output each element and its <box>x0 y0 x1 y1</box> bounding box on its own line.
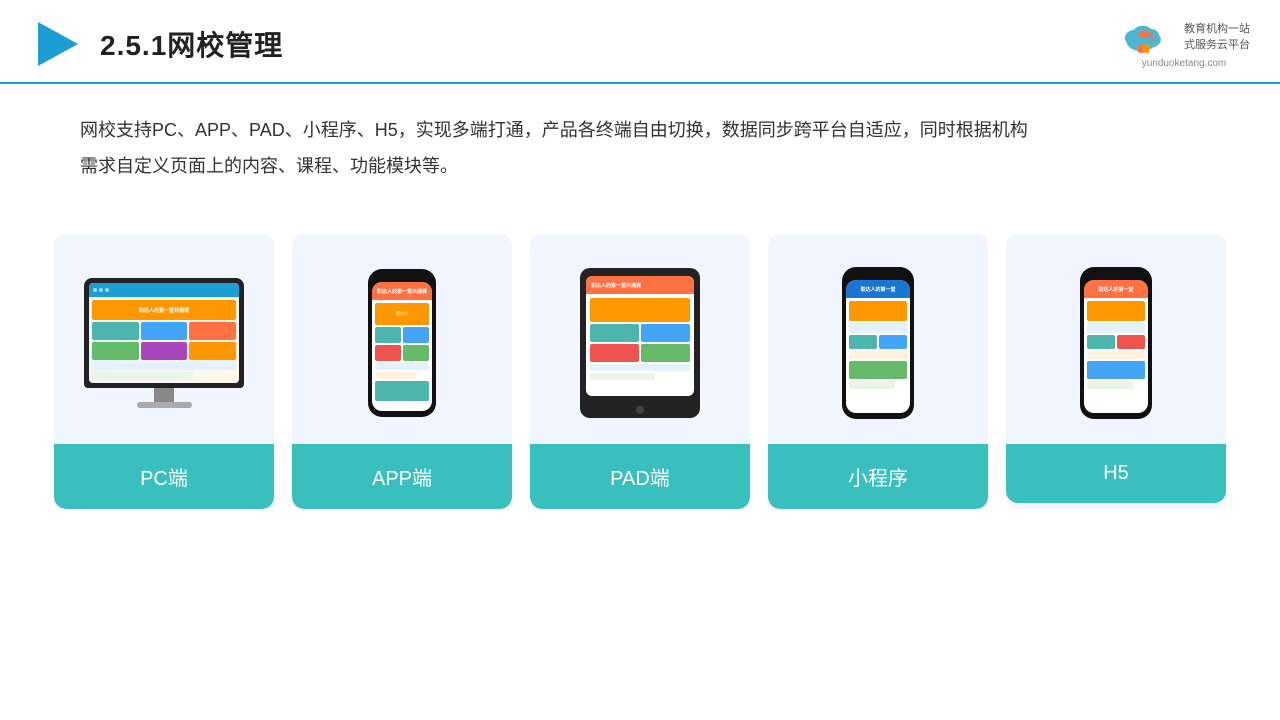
card-miniapp-image: 职达人的第一堂 <box>768 234 988 444</box>
card-pad-label: PAD端 <box>530 444 750 509</box>
page-header: 2.5.1网校管理 教育机构一站 式服务云平台 yunduoketa <box>0 0 1280 84</box>
card-pc: 职达人的第一堂共通课 <box>54 234 274 509</box>
card-pc-label: PC端 <box>54 444 274 509</box>
phone-icon: 职达人的第一堂共通课 职达人 <box>368 269 436 417</box>
card-h5: 职达人的第一堂 H5 <box>1006 234 1226 509</box>
h5-phone-icon: 职达人的第一堂 <box>1080 267 1152 419</box>
logo-tagline: 教育机构一站 式服务云平台 <box>1184 22 1250 53</box>
card-h5-label: H5 <box>1006 444 1226 503</box>
header-left: 2.5.1网校管理 <box>30 18 283 70</box>
miniapp-phone-icon: 职达人的第一堂 <box>842 267 914 419</box>
description-block: 网校支持PC、APP、PAD、小程序、H5，实现多端打通，产品各终端自由切换，数… <box>0 84 1280 194</box>
yunduoketang-logo-icon <box>1118 20 1176 56</box>
brand-play-icon <box>30 18 82 70</box>
card-pc-image: 职达人的第一堂共通课 <box>54 234 274 444</box>
card-pad-image: 职达人的第一堂共通课 <box>530 234 750 444</box>
page-title: 2.5.1网校管理 <box>100 24 283 64</box>
card-miniapp-label: 小程序 <box>768 444 988 509</box>
card-app-label: APP端 <box>292 444 512 509</box>
header-right: 教育机构一站 式服务云平台 yunduoketang.com <box>1118 20 1250 69</box>
description-line1: 网校支持PC、APP、PAD、小程序、H5，实现多端打通，产品各终端自由切换，数… <box>80 112 1200 148</box>
tablet-icon: 职达人的第一堂共通课 <box>580 268 700 418</box>
card-app-image: 职达人的第一堂共通课 职达人 <box>292 234 512 444</box>
logo-domain: yunduoketang.com <box>1142 58 1227 69</box>
cards-area: 职达人的第一堂共通课 <box>0 204 1280 509</box>
description-line2: 需求自定义页面上的内容、课程、功能模块等。 <box>80 148 1200 184</box>
pc-monitor-icon: 职达人的第一堂共通课 <box>84 278 244 408</box>
card-pad: 职达人的第一堂共通课 <box>530 234 750 509</box>
card-miniapp: 职达人的第一堂 小程序 <box>768 234 988 509</box>
card-app: 职达人的第一堂共通课 职达人 <box>292 234 512 509</box>
logo-area: 教育机构一站 式服务云平台 <box>1118 20 1250 56</box>
card-h5-image: 职达人的第一堂 <box>1006 234 1226 444</box>
